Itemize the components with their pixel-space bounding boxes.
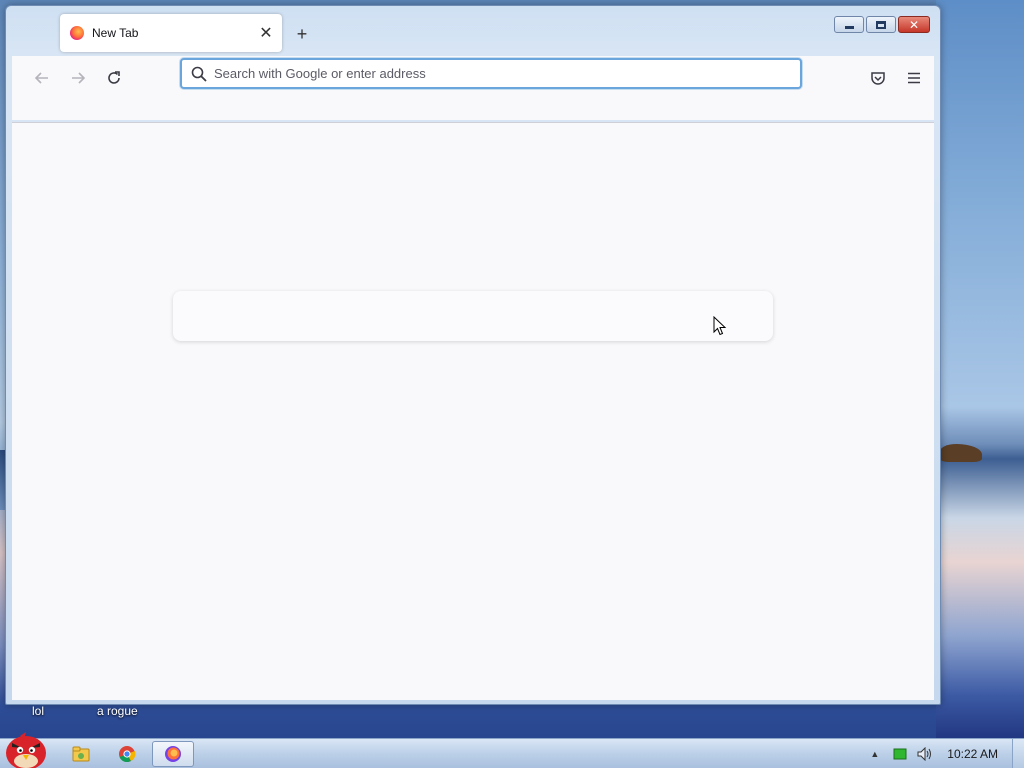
angry-bird-start-icon xyxy=(6,732,46,768)
browser-window: New Tab ✕ + ✕ xyxy=(5,5,941,705)
new-tab-page xyxy=(12,122,934,700)
search-icon xyxy=(191,66,207,82)
caption-buttons: ✕ xyxy=(834,16,930,33)
firefox-icon xyxy=(70,26,84,40)
mouse-cursor-icon xyxy=(713,316,727,336)
reload-icon xyxy=(108,71,120,84)
taskbar-clock[interactable]: 10:22 AM xyxy=(947,747,998,761)
close-icon: ✕ xyxy=(908,17,920,32)
wallpaper-rock xyxy=(940,444,982,462)
show-desktop-button[interactable] xyxy=(1012,739,1024,768)
maximize-button[interactable] xyxy=(866,16,896,33)
back-button[interactable] xyxy=(28,64,56,92)
back-arrow-icon xyxy=(34,72,48,84)
taskbar: ▲ 10:22 AM xyxy=(0,732,1024,768)
taskbar-file-explorer[interactable] xyxy=(60,741,102,767)
desktop-icon-label-lol[interactable]: lol xyxy=(32,704,44,718)
taskbar-firefox[interactable] xyxy=(152,741,194,767)
maximize-icon xyxy=(867,17,895,32)
reload-button[interactable] xyxy=(100,64,128,92)
desktop-wallpaper xyxy=(936,0,1024,740)
app-menu-button[interactable] xyxy=(900,64,928,92)
address-input[interactable] xyxy=(214,61,800,86)
navigation-toolbar xyxy=(12,56,934,120)
taskbar-chrome[interactable] xyxy=(106,741,148,767)
forward-button[interactable] xyxy=(64,64,92,92)
hamburger-menu-icon xyxy=(908,72,920,84)
close-window-button[interactable]: ✕ xyxy=(898,16,930,33)
new-tab-search-box[interactable] xyxy=(173,291,773,341)
pocket-button[interactable] xyxy=(864,64,892,92)
desktop-icon-label-a-rogue[interactable]: a rogue xyxy=(97,704,138,718)
chrome-icon xyxy=(119,746,136,763)
tab-title: New Tab xyxy=(92,26,139,40)
address-bar[interactable] xyxy=(180,58,802,89)
network-icon[interactable] xyxy=(893,748,907,760)
firefox-icon xyxy=(165,746,181,762)
system-tray: ▲ 10:22 AM xyxy=(870,739,1024,768)
volume-icon[interactable] xyxy=(917,747,933,761)
show-hidden-icons-icon[interactable]: ▲ xyxy=(870,749,879,759)
tab-strip: New Tab ✕ + ✕ xyxy=(12,12,934,56)
file-explorer-icon xyxy=(72,746,90,762)
pocket-icon xyxy=(871,72,885,85)
minimize-icon xyxy=(835,17,863,32)
start-button[interactable] xyxy=(0,731,52,768)
new-tab-button[interactable]: + xyxy=(290,22,314,46)
tab-new-tab[interactable]: New Tab ✕ xyxy=(60,14,282,52)
minimize-button[interactable] xyxy=(834,16,864,33)
forward-arrow-icon xyxy=(72,72,86,84)
close-tab-icon[interactable]: ✕ xyxy=(254,21,278,45)
